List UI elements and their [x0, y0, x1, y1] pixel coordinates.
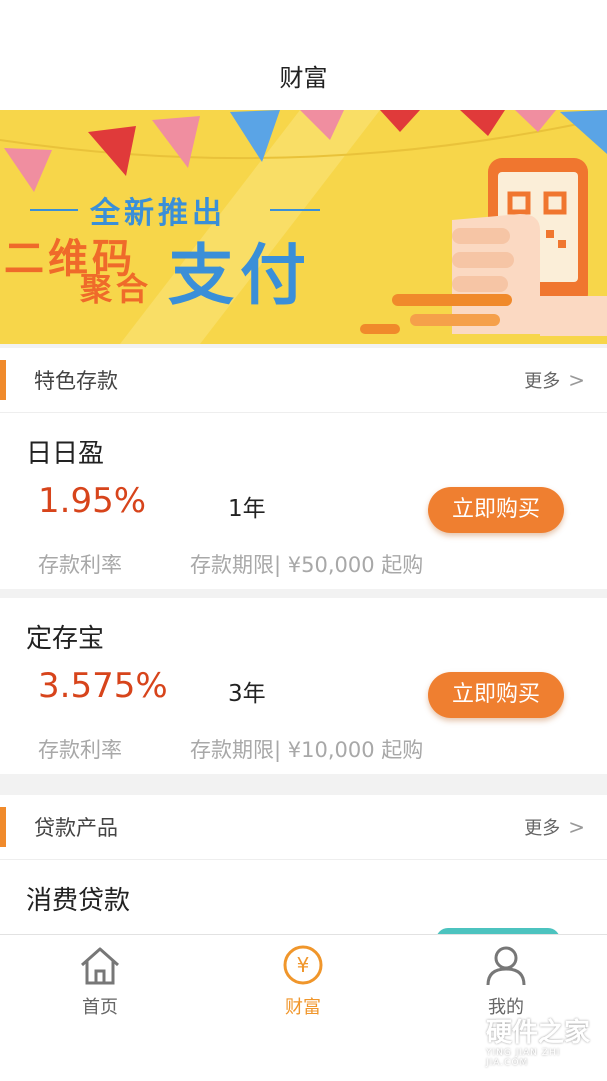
chevron-right-icon: > [568, 368, 585, 392]
watermark-sub: YING JIAN ZHI JIA.COM [486, 1048, 561, 1068]
term-label: 存款期限| ¥10,000 起购 [190, 738, 424, 762]
product-term: 1年 [228, 496, 266, 522]
watermark: 硬件之家 YING JIAN ZHI JIA.COM [438, 1008, 598, 1068]
watermark-brand: 硬件之家 [486, 1018, 591, 1048]
buy-now-button[interactable]: 立即购买 [428, 672, 564, 718]
more-label: 更多 [524, 818, 561, 839]
section-accent-bar [0, 807, 6, 847]
rate-label: 存款利率 [38, 553, 122, 577]
product-name: 定存宝 [26, 624, 105, 654]
product-name: 日日盈 [26, 439, 105, 469]
user-icon [486, 946, 526, 986]
hexagon-logo-icon [439, 1012, 479, 1058]
chevron-right-icon: > [568, 815, 585, 839]
page-title: 财富 [279, 64, 328, 92]
tab-label: 首页 [82, 997, 118, 1018]
section-title: 贷款产品 [34, 816, 118, 840]
deposit-card[interactable]: 日日盈 1.95% 1年 立即购买 存款利率 存款期限| ¥50,000 起购 [0, 413, 607, 589]
section-title: 特色存款 [34, 369, 118, 393]
deposit-section-header: 特色存款 更多 > [0, 348, 607, 413]
loan-card[interactable]: 消费贷款 [0, 860, 607, 948]
product-rate: 3.575% [38, 666, 168, 706]
loan-section-header: 贷款产品 更多 > [0, 795, 607, 860]
tab-home[interactable]: 首页 [40, 943, 160, 1019]
banner-line-aggregate: 聚合 [80, 270, 153, 308]
section-accent-bar [0, 360, 6, 400]
rate-label: 存款利率 [38, 738, 122, 762]
loan-more-link[interactable]: 更多 > [524, 814, 585, 840]
header: 财富 [0, 0, 607, 110]
yen-circle-icon: ¥ [283, 945, 323, 985]
home-icon [81, 947, 119, 985]
tab-label: 财富 [285, 997, 321, 1018]
product-rate: 1.95% [38, 481, 147, 521]
tab-wealth[interactable]: ¥ 财富 [243, 943, 363, 1019]
buy-now-button[interactable]: 立即购买 [428, 487, 564, 533]
promo-banner[interactable]: 全新推出 二维码 聚合 支付 [0, 110, 607, 344]
product-term: 3年 [228, 681, 266, 707]
deposit-card[interactable]: 定存宝 3.575% 3年 立即购买 存款利率 存款期限| ¥10,000 起购 [0, 598, 607, 774]
svg-text:¥: ¥ [297, 953, 310, 977]
deposit-more-link[interactable]: 更多 > [524, 367, 585, 393]
banner-line-pay: 支付 [168, 237, 312, 314]
more-label: 更多 [524, 371, 561, 392]
term-label: 存款期限| ¥50,000 起购 [190, 553, 424, 577]
product-name: 消费贷款 [26, 886, 131, 916]
